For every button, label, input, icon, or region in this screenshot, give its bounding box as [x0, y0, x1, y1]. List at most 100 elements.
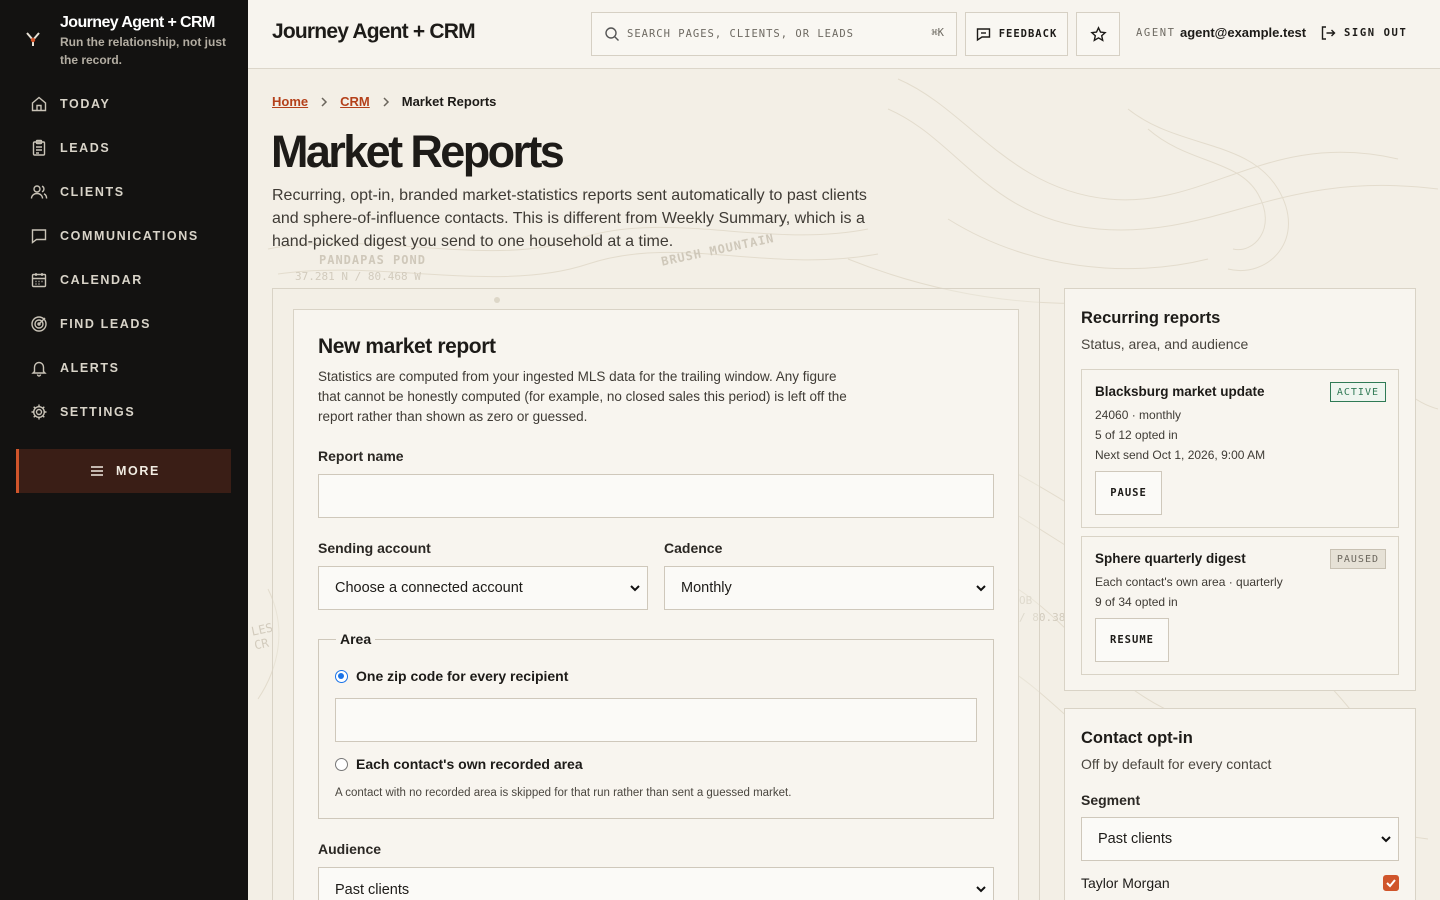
sidebar-item-settings[interactable]: SETTINGS	[0, 390, 248, 434]
recurring-reports-panel: Recurring reports Status, area, and audi…	[1064, 288, 1416, 691]
report-name-input[interactable]	[318, 474, 994, 518]
message-icon	[976, 27, 990, 41]
favorite-button[interactable]	[1076, 12, 1120, 56]
page-description: Recurring, opt-in, branded market-statis…	[272, 187, 867, 250]
sidebar-nav: TODAY LEADS CLIENTS COMMUNICATIONS CALEN…	[0, 82, 248, 434]
sign-out-button[interactable]: SIGN OUT	[1320, 25, 1407, 41]
chevron-right-icon	[383, 96, 389, 107]
contact-optin-panel: Contact opt-in Off by default for every …	[1064, 708, 1416, 900]
audience-label: Audience	[318, 841, 382, 857]
cadence-select[interactable]: Monthly	[664, 566, 994, 610]
sending-account-value: Choose a connected account	[335, 580, 523, 596]
chevron-down-icon	[976, 585, 986, 592]
page-title: Market Reports	[271, 126, 565, 177]
breadcrumb-current: Market Reports	[401, 94, 497, 109]
agent-label: AGENT	[1136, 27, 1176, 39]
sidebar-item-leads[interactable]: LEADS	[0, 126, 248, 170]
status-badge: ACTIVE	[1329, 382, 1386, 402]
feedback-button[interactable]: FEEDBACK	[965, 12, 1068, 56]
form-title: New market report	[318, 335, 496, 358]
sidebar-item-label: CLIENTS	[60, 185, 125, 199]
area-radio-own[interactable]: Each contact's own recorded area	[335, 756, 583, 772]
chevron-down-icon	[976, 886, 986, 893]
status-badge: PAUSED	[1329, 549, 1386, 569]
search-placeholder: SEARCH PAGES, CLIENTS, OR LEADS	[627, 28, 854, 40]
contact-optin-checkbox[interactable]	[1383, 875, 1399, 891]
feedback-label: FEEDBACK	[998, 28, 1058, 40]
resume-button[interactable]: RESUME	[1095, 618, 1169, 662]
sidebar-item-communications[interactable]: COMMUNICATIONS	[0, 214, 248, 258]
clipboard-icon	[32, 139, 46, 156]
sidebar-item-calendar[interactable]: CALENDAR	[0, 258, 248, 302]
area-note: A contact with no recorded area is skipp…	[335, 787, 792, 799]
breadcrumb: Home CRM Market Reports	[272, 94, 496, 109]
sidebar-item-label: CALENDAR	[60, 273, 143, 287]
report-area: Each contact's own area · quarterly	[1095, 575, 1283, 589]
recurring-reports-subtitle: Status, area, and audience	[1081, 336, 1249, 352]
breadcrumb-home-link[interactable]: Home	[272, 94, 308, 109]
sidebar-item-alerts[interactable]: ALERTS	[0, 346, 248, 390]
sidebar-item-label: FIND LEADS	[60, 317, 151, 331]
sidebar-item-clients[interactable]: CLIENTS	[0, 170, 248, 214]
area-legend: Area	[336, 631, 376, 647]
report-area: 24060 · monthly	[1095, 408, 1182, 422]
more-label: MORE	[116, 464, 160, 478]
sidebar-item-label: LEADS	[60, 141, 111, 155]
chevron-right-icon	[321, 96, 328, 107]
sidebar-item-label: COMMUNICATIONS	[60, 229, 199, 243]
audience-value: Past clients	[335, 882, 410, 898]
report-name: Sphere quarterly digest	[1095, 551, 1246, 566]
sidebar-item-today[interactable]: TODAY	[0, 82, 248, 126]
report-card: Sphere quarterly digest PAUSED Each cont…	[1081, 536, 1399, 675]
agent-email: agent@example.test	[1180, 25, 1307, 40]
zip-code-input[interactable]	[335, 698, 977, 742]
report-optin: 5 of 12 opted in	[1095, 428, 1178, 442]
sidebar-item-label: ALERTS	[60, 361, 120, 375]
cadence-value: Monthly	[681, 580, 732, 596]
report-optin: 9 of 34 opted in	[1095, 595, 1178, 609]
home-icon	[31, 96, 47, 112]
radio-unselected-icon	[335, 757, 348, 771]
map-label-pond: PANDAPAS POND	[319, 253, 426, 267]
cadence-label: Cadence	[664, 540, 723, 556]
bell-icon	[31, 361, 47, 377]
check-icon	[1386, 879, 1396, 888]
area-radio-own-label: Each contact's own recorded area	[356, 756, 583, 772]
sign-out-label: SIGN OUT	[1344, 27, 1408, 39]
target-icon	[31, 316, 47, 332]
area-radio-zip[interactable]: One zip code for every recipient	[335, 668, 568, 684]
logo-icon	[26, 32, 40, 46]
segment-select[interactable]: Past clients	[1081, 817, 1399, 861]
more-button[interactable]: MORE	[16, 449, 231, 493]
pause-button[interactable]: PAUSE	[1095, 471, 1162, 515]
report-next-send: Next send Oct 1, 2026, 9:00 AM	[1095, 448, 1266, 462]
message-icon	[31, 229, 47, 244]
contact-name: Taylor Morgan	[1081, 875, 1170, 891]
segment-label: Segment	[1081, 792, 1141, 808]
chevron-down-icon	[1381, 836, 1391, 843]
sidebar-item-find-leads[interactable]: FIND LEADS	[0, 302, 248, 346]
report-card: Blacksburg market update ACTIVE 24060 · …	[1081, 369, 1399, 528]
top-bar: Journey Agent + CRM SEARCH PAGES, CLIENT…	[248, 0, 1440, 69]
sending-account-select[interactable]: Choose a connected account	[318, 566, 648, 610]
radio-selected-icon	[335, 669, 348, 683]
sending-account-label: Sending account	[318, 540, 431, 556]
audience-select[interactable]: Past clients	[318, 867, 994, 900]
search-input[interactable]: SEARCH PAGES, CLIENTS, OR LEADS ⌘K	[591, 12, 957, 56]
report-name-label: Report name	[318, 448, 404, 464]
search-shortcut: ⌘K	[931, 27, 944, 39]
report-name: Blacksburg market update	[1095, 384, 1265, 399]
search-icon	[605, 27, 619, 41]
calendar-icon	[31, 273, 47, 288]
recurring-reports-title: Recurring reports	[1081, 309, 1221, 327]
map-label-coords: 37.281 N / 80.468 W	[295, 270, 421, 283]
app-title: Journey Agent + CRM	[272, 20, 476, 43]
brand[interactable]: Journey Agent + CRM Run the relationship…	[24, 13, 230, 69]
area-radio-zip-label: One zip code for every recipient	[356, 668, 569, 684]
star-icon	[1089, 25, 1107, 42]
sign-out-icon	[1321, 26, 1336, 40]
breadcrumb-crm-link[interactable]: CRM	[340, 94, 370, 109]
brand-title: Journey Agent + CRM	[60, 14, 215, 31]
contact-optin-subtitle: Off by default for every contact	[1081, 756, 1272, 772]
sidebar-item-label: TODAY	[60, 97, 111, 111]
